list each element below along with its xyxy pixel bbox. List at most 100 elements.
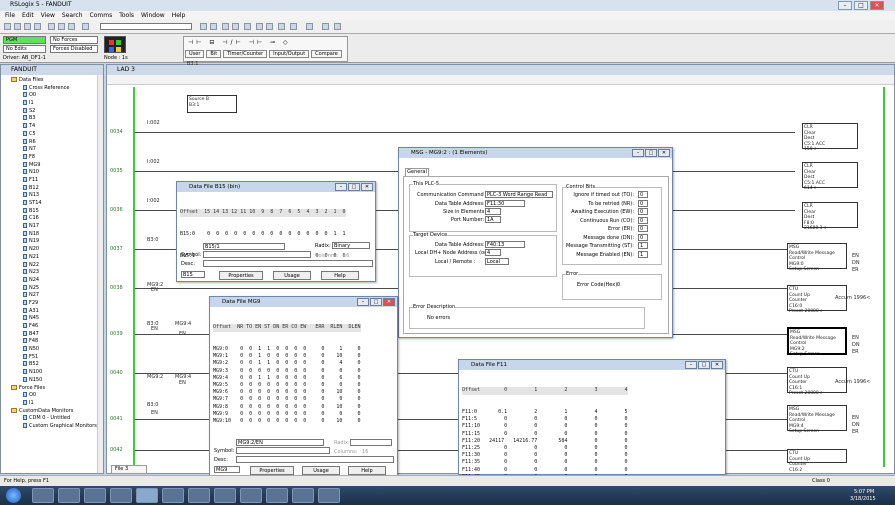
menu-tools[interactable]: Tools	[119, 11, 134, 20]
control-bit-value[interactable]: 0	[638, 199, 648, 207]
calculator-icon[interactable]	[162, 488, 184, 503]
control-bit-value[interactable]: 0	[638, 225, 648, 232]
menu-edit[interactable]: Edit	[22, 11, 34, 20]
tree-item[interactable]: O0	[1, 392, 97, 400]
local-remote-field[interactable]: Local	[485, 258, 509, 265]
forces-disabled-indicator[interactable]: Forces Disabled	[50, 45, 98, 53]
search-combo[interactable]	[100, 23, 192, 30]
tree-item[interactable]: O0	[1, 92, 97, 100]
tree-item[interactable]: F48	[1, 338, 97, 346]
f11-row[interactable]: F11:40 0 0 0 0 0	[462, 467, 628, 474]
tree-item[interactable]: MG9	[1, 161, 97, 170]
mg9-row[interactable]: MG9:7 0 0 0 0 0 0 0 0 0 0 0	[213, 396, 361, 403]
tree-item[interactable]: N45	[1, 315, 97, 323]
undo-icon[interactable]	[82, 23, 89, 30]
contact-address[interactable]: EN	[179, 380, 186, 386]
paste-icon[interactable]	[68, 23, 75, 30]
print-icon[interactable]	[34, 23, 41, 30]
control-bit-value[interactable]: 1	[638, 242, 648, 249]
b15-file-field[interactable]: B15	[181, 271, 205, 278]
mode-indicator[interactable]: PGM	[3, 36, 46, 44]
mg9-row[interactable]: MG9:1 0 0 1 0 0 0 0 0 0 10 0	[213, 353, 361, 360]
back-icon[interactable]	[322, 23, 329, 30]
mg9-desc-field[interactable]	[236, 456, 394, 463]
zoom-in-icon[interactable]	[256, 23, 263, 30]
verify-icon[interactable]	[200, 23, 207, 30]
mg9-row[interactable]: MG9:9 0 0 0 0 0 0 0 0 0 0 0	[213, 411, 361, 418]
rung-number[interactable]: 0036	[110, 207, 123, 213]
instruction-block[interactable]: CLR Clear Dest C5:1.ACC 614<	[802, 162, 858, 191]
explorer-icon[interactable]	[58, 488, 80, 503]
control-bit-value[interactable]: 0	[638, 216, 648, 224]
tree-item[interactable]: R6	[1, 138, 97, 147]
open-icon[interactable]	[14, 23, 21, 30]
mg9-symbol-field[interactable]	[236, 447, 330, 454]
contact-label[interactable]: B3:0	[147, 237, 158, 243]
tree-item[interactable]: C16	[1, 215, 97, 223]
f11-row[interactable]: F11:15 0 0 0 0 0	[462, 431, 628, 438]
tree-item[interactable]: B52	[1, 361, 97, 369]
tree-folder[interactable]: CustomData Monitors	[1, 407, 97, 416]
f11-row[interactable]: F11:30 0 0 0 0 0	[462, 452, 628, 459]
tool3-icon[interactable]	[266, 488, 288, 503]
contact-address[interactable]: EN	[151, 287, 158, 293]
contact-label[interactable]: I:002	[147, 159, 160, 165]
rung-number[interactable]: 0038	[110, 285, 123, 291]
tree-item[interactable]: N20	[1, 246, 97, 254]
rslogix-icon[interactable]	[136, 488, 158, 503]
control-bit-value[interactable]: 1	[638, 250, 648, 258]
tree-folder[interactable]: Data Files	[1, 77, 97, 85]
instruction-icons-row[interactable]: ⊣⊢ ⊟ ⊣/⊢ ⊣⊢ ⊸ ◇	[188, 39, 291, 46]
edits-indicator[interactable]: No Edits	[3, 45, 46, 53]
network-tool-icon[interactable]	[214, 488, 236, 503]
local-node-field[interactable]: 4	[485, 249, 501, 256]
project-scrollbar[interactable]	[97, 75, 103, 473]
mg9-usage-button[interactable]: Usage	[302, 466, 340, 475]
tree-item[interactable]: F29	[1, 299, 97, 308]
zoom-out-icon[interactable]	[266, 23, 273, 30]
tree-item[interactable]: F51	[1, 353, 97, 362]
instruction-block[interactable]: CLR Clear Dest F8:0 21680.1<	[802, 202, 858, 231]
instruction-block[interactable]: Source B B3:1	[187, 95, 237, 113]
tree-item[interactable]: N21	[1, 253, 97, 262]
contact-label[interactable]: B3:1	[187, 61, 198, 67]
f11-row[interactable]: F11:10 0 0 0 0 0	[462, 423, 628, 430]
menu-view[interactable]: View	[41, 11, 55, 20]
mg9-row[interactable]: MG9:6 0 0 0 0 0 0 0 0 0 10 0	[213, 389, 361, 396]
minimize-button[interactable]: –	[838, 1, 852, 10]
tree-item[interactable]: N22	[1, 261, 97, 270]
menu-file[interactable]: File	[5, 11, 15, 20]
new-icon[interactable]	[4, 23, 11, 30]
contact-address[interactable]: EN	[179, 331, 186, 337]
tree-item[interactable]: N10	[1, 169, 97, 177]
start-button[interactable]	[6, 488, 21, 503]
find-icon[interactable]	[222, 23, 229, 30]
tree-item[interactable]: A31	[1, 307, 97, 316]
tree-item[interactable]: N24	[1, 276, 97, 285]
app-icon[interactable]	[110, 488, 132, 503]
tree-item[interactable]: N7	[1, 146, 97, 154]
tree-item[interactable]: B3	[1, 115, 97, 123]
tree-item[interactable]: N27	[1, 292, 97, 300]
b15-usage-button[interactable]: Usage	[273, 271, 311, 280]
menu-help[interactable]: Help	[172, 11, 186, 20]
save-icon[interactable]	[24, 23, 31, 30]
b15-help-button[interactable]: Help	[321, 271, 359, 280]
contact-address[interactable]: EN	[151, 326, 158, 332]
tree-item[interactable]: B15	[1, 207, 97, 216]
tree-item[interactable]: N25	[1, 284, 97, 293]
f11-row[interactable]: F11:20 24117 14216.77 584 0 0	[462, 438, 628, 445]
mg9-row[interactable]: MG9:0 0 0 1 1 0 0 0 0 0 1 0	[213, 346, 361, 353]
tree-item[interactable]: T4	[1, 123, 97, 131]
tree-item[interactable]: N18	[1, 230, 97, 239]
tool4-icon[interactable]	[292, 488, 314, 503]
copy-icon[interactable]	[58, 23, 65, 30]
contact-label[interactable]: I:002	[147, 120, 160, 126]
size-field[interactable]: 4	[485, 208, 501, 215]
tree-item[interactable]: N17	[1, 223, 97, 231]
instruction-block[interactable]: MSG Read/Write Message Control MG9:2 Setup S…	[787, 327, 847, 357]
dta-field[interactable]: F11:30	[485, 200, 525, 207]
tree-item[interactable]: F11	[1, 176, 97, 185]
control-bit-value[interactable]: 0	[638, 233, 648, 241]
forward-icon[interactable]	[334, 23, 341, 30]
